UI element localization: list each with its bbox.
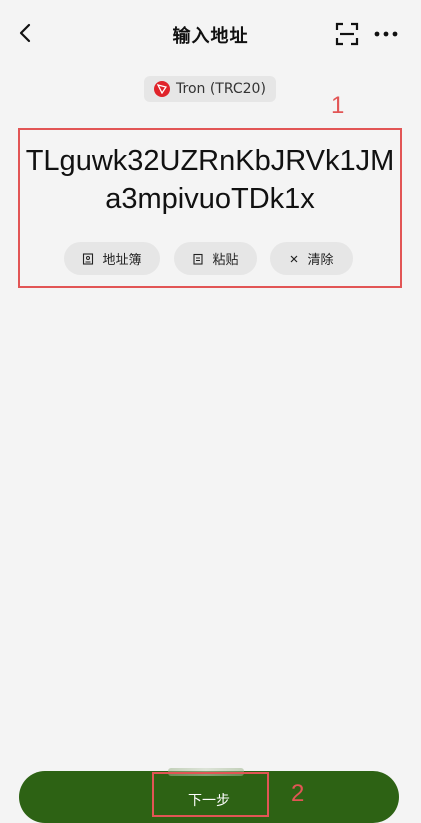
annotation-number-1: 1 bbox=[331, 92, 345, 119]
paste-label: 粘贴 bbox=[212, 253, 239, 268]
annotation-number-2: 2 bbox=[291, 780, 305, 807]
address-book-label: 地址簿 bbox=[102, 253, 142, 268]
more-button[interactable] bbox=[372, 21, 400, 47]
tron-icon bbox=[154, 81, 170, 97]
header-bar: 输入地址 bbox=[0, 0, 421, 68]
close-icon bbox=[291, 255, 298, 262]
clipboard-icon bbox=[193, 253, 204, 265]
scan-button[interactable] bbox=[334, 21, 360, 47]
address-book-button[interactable]: 地址簿 bbox=[64, 242, 160, 275]
address-actions: 地址簿 粘贴 清除 bbox=[0, 242, 421, 276]
address-book-icon bbox=[83, 252, 94, 265]
clear-button[interactable]: 清除 bbox=[270, 242, 353, 275]
next-highlight-box bbox=[152, 772, 269, 817]
paste-button[interactable]: 粘贴 bbox=[174, 242, 257, 275]
network-label: Tron (TRC20) bbox=[176, 81, 266, 97]
address-input[interactable]: TLguwk32UZRnKbJRVk1JMa3mpivuoTDk1x bbox=[20, 142, 400, 218]
network-chip[interactable]: Tron (TRC20) bbox=[144, 76, 276, 102]
scan-icon bbox=[335, 22, 359, 46]
clear-label: 清除 bbox=[307, 253, 334, 268]
more-icon bbox=[374, 31, 398, 37]
